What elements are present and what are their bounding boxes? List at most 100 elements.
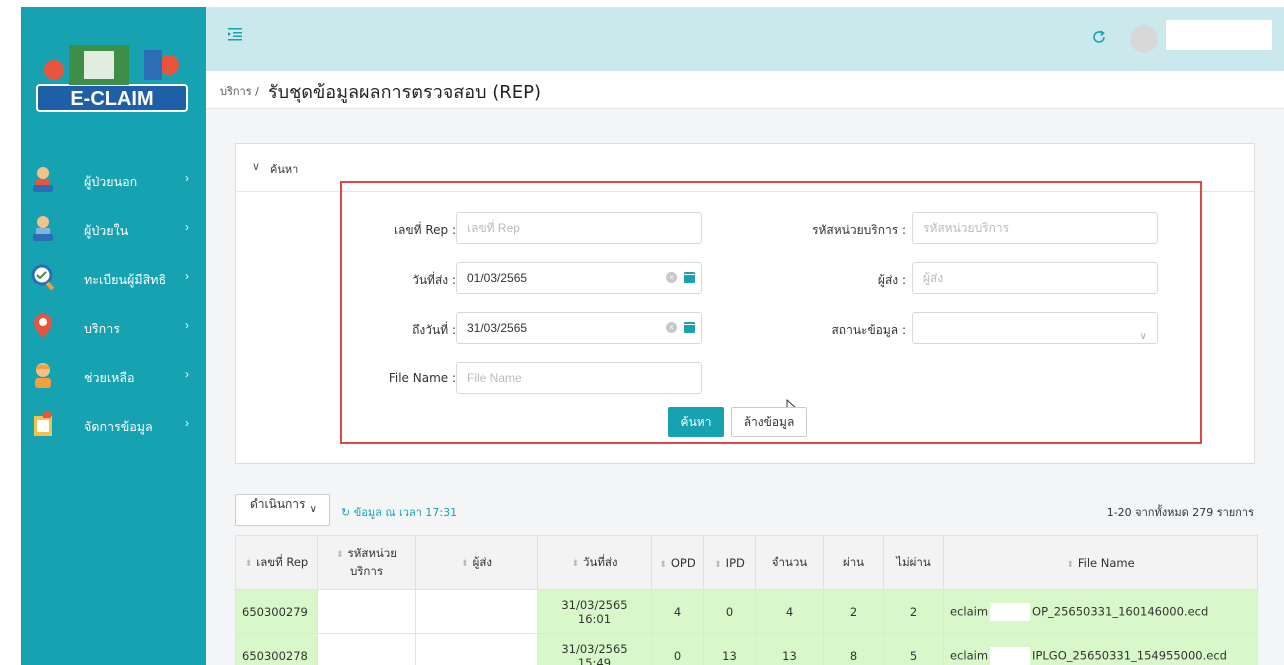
col-label: IPD	[725, 555, 745, 570]
chevron-right-icon: ›	[185, 220, 189, 234]
user-name-box[interactable]	[1166, 20, 1272, 50]
file-name-input[interactable]: File Name	[456, 362, 702, 394]
cell-send-date: 31/03/2565 16:01	[537, 589, 652, 634]
registry-search-icon	[31, 264, 55, 291]
cell-send-date: 31/03/2565 15:49	[537, 633, 652, 665]
avatar[interactable]	[1130, 25, 1158, 53]
to-date-input[interactable]: 31/03/2565 ×	[456, 312, 702, 344]
sidebar-item-help[interactable]: ช่วยเหลือ ›	[21, 353, 206, 402]
file-name-suffix: OP_25650331_160146000.ecd	[1032, 604, 1209, 618]
cell-opd: 4	[651, 589, 704, 634]
search-panel-title: ค้นหา	[270, 163, 299, 176]
cell-fail: 2	[883, 589, 944, 634]
sidebar-item-label: ผู้ป่วยใน	[84, 223, 129, 238]
cell-sender	[415, 633, 538, 665]
sort-icon: ⬍	[714, 559, 722, 570]
file-name-prefix: eclaim	[950, 648, 989, 662]
table-row[interactable]: 650300279 31/03/2565 16:01 4 0 4 2 2 ecl…	[235, 589, 1258, 634]
svg-text:E-CLAIM: E-CLAIM	[70, 88, 153, 110]
clear-icon[interactable]: ×	[666, 272, 677, 283]
sidebar-item-ipd[interactable]: ผู้ป่วยใน ›	[21, 206, 206, 255]
sidebar-item-label: ผู้ป่วยนอก	[84, 174, 138, 189]
sender-label: ผู้ส่ง :	[877, 273, 906, 287]
cell-opd: 0	[651, 633, 704, 665]
cell-rep-no: 650300279	[235, 589, 318, 634]
main-content: ∨ ค้นหา เลขที่ Rep : เลขที่ Rep วันที่ส่…	[206, 109, 1284, 665]
hcode-input[interactable]: รหัสหน่วยบริการ	[912, 212, 1158, 244]
ipd-patient-icon	[33, 216, 53, 241]
refresh-icon: ↻	[341, 506, 354, 519]
sort-icon: ⬍	[571, 558, 579, 569]
col-label: รหัสหน่วย บริการ	[347, 545, 397, 578]
file-name-label: File Name :	[388, 371, 456, 385]
col-pass: ผ่าน	[823, 535, 884, 590]
sender-input[interactable]: ผู้ส่ง	[912, 262, 1158, 294]
calendar-icon[interactable]	[684, 322, 695, 333]
file-name-suffix: IPLGO_25650331_154955000.ecd	[1032, 648, 1227, 662]
col-label: ผ่าน	[842, 554, 865, 569]
hcode-label: รหัสหน่วยบริการ :	[812, 223, 906, 237]
col-label: จำนวน	[771, 554, 808, 569]
cell-file-name: eclaim OP_25650331_160146000.ecd	[943, 589, 1258, 634]
search-button[interactable]: ค้นหา	[668, 407, 724, 437]
chevron-down-icon[interactable]: ∨	[252, 160, 260, 173]
chevron-right-icon: ›	[185, 367, 189, 381]
location-pin-icon	[34, 314, 52, 338]
refresh-icon[interactable]	[1091, 29, 1107, 45]
status-label: สถานะข้อมูล :	[831, 323, 906, 337]
data-timestamp[interactable]: ↻ ข้อมูล ณ เวลา 17:31	[341, 503, 457, 521]
title-bar: บริการ / รับชุดข้อมูลผลการตรวจสอบ (REP)	[206, 71, 1284, 109]
col-hcode[interactable]: ⬍ รหัสหน่วย บริการ	[317, 535, 416, 590]
cell-pass: 2	[823, 589, 884, 634]
clear-icon[interactable]: ×	[666, 322, 677, 333]
app-root: E-CLAIM ผู้ป่วยนอก › ผู้ป่วยใน › ทะเบียน…	[0, 0, 1284, 665]
sidebar-nav: ผู้ป่วยนอก › ผู้ป่วยใน › ทะเบียนผู้มีสิท…	[21, 157, 206, 451]
rep-no-input[interactable]: เลขที่ Rep	[456, 212, 702, 244]
page-title: รับชุดข้อมูลผลการตรวจสอบ (REP)	[268, 82, 541, 103]
send-date-input[interactable]: 01/03/2565 ×	[456, 262, 702, 294]
clear-button[interactable]: ล้างข้อมูล	[731, 407, 807, 437]
col-rep-no[interactable]: ⬍ เลขที่ Rep	[235, 535, 318, 590]
eclaim-logo[interactable]: E-CLAIM	[21, 7, 206, 135]
action-dropdown[interactable]: ดำเนินการ ∨	[235, 494, 330, 526]
chevron-right-icon: ›	[185, 171, 189, 185]
cell-hcode	[317, 633, 416, 665]
col-opd[interactable]: ⬍ OPD	[651, 535, 704, 590]
sidebar-item-data-manage[interactable]: จัดการข้อมูล ›	[21, 402, 206, 451]
data-manage-icon	[34, 412, 52, 436]
cell-ipd: 0	[703, 589, 756, 634]
to-date-label: ถึงวันที่ :	[412, 323, 456, 337]
table-header-row: ⬍ เลขที่ Rep ⬍ รหัสหน่วย บริการ ⬍ ผู้ส่ง ⬍ ว…	[235, 535, 1258, 590]
rep-no-label: เลขที่ Rep :	[393, 223, 456, 237]
col-file-name[interactable]: ⬍ File Name	[943, 535, 1258, 590]
help-person-icon	[35, 363, 51, 388]
breadcrumb[interactable]: บริการ /	[220, 82, 259, 100]
col-sender[interactable]: ⬍ ผู้ส่ง	[415, 535, 538, 590]
sort-icon: ⬍	[659, 559, 667, 570]
rep-table: ⬍ เลขที่ Rep ⬍ รหัสหน่วย บริการ ⬍ ผู้ส่ง ⬍ ว…	[235, 535, 1258, 665]
chevron-down-icon: ∨	[309, 504, 317, 515]
cell-ipd: 13	[703, 633, 756, 665]
sidebar-item-opd[interactable]: ผู้ป่วยนอก ›	[21, 157, 206, 206]
sort-icon: ⬍	[336, 549, 344, 560]
cell-hcode	[317, 589, 416, 634]
send-date-label: วันที่ส่ง :	[412, 273, 456, 287]
col-ipd[interactable]: ⬍ IPD	[703, 535, 756, 590]
col-label: เลขที่ Rep	[256, 554, 309, 569]
col-fail: ไม่ผ่าน	[883, 535, 944, 590]
table-row[interactable]: 650300278 31/03/2565 15:49 0 13 13 8 5 e…	[235, 633, 1258, 665]
chevron-down-icon: ∨	[1139, 331, 1147, 342]
sort-icon: ⬍	[244, 558, 253, 569]
col-label: OPD	[670, 555, 696, 570]
menu-toggle-icon[interactable]	[228, 27, 242, 41]
sidebar-item-service[interactable]: บริการ ›	[21, 304, 206, 353]
col-send-date[interactable]: ⬍ วันที่ส่ง	[537, 535, 652, 590]
cell-fail: 5	[883, 633, 944, 665]
calendar-icon[interactable]	[684, 272, 695, 283]
status-select[interactable]: ∨	[912, 312, 1158, 344]
chevron-right-icon: ›	[185, 318, 189, 332]
sidebar-item-registry[interactable]: ทะเบียนผู้มีสิทธิ ›	[21, 255, 206, 304]
col-label: File Name	[1077, 555, 1135, 570]
data-timestamp-text: ข้อมูล ณ เวลา 17:31	[353, 506, 458, 519]
col-label: ไม่ผ่าน	[896, 554, 931, 569]
